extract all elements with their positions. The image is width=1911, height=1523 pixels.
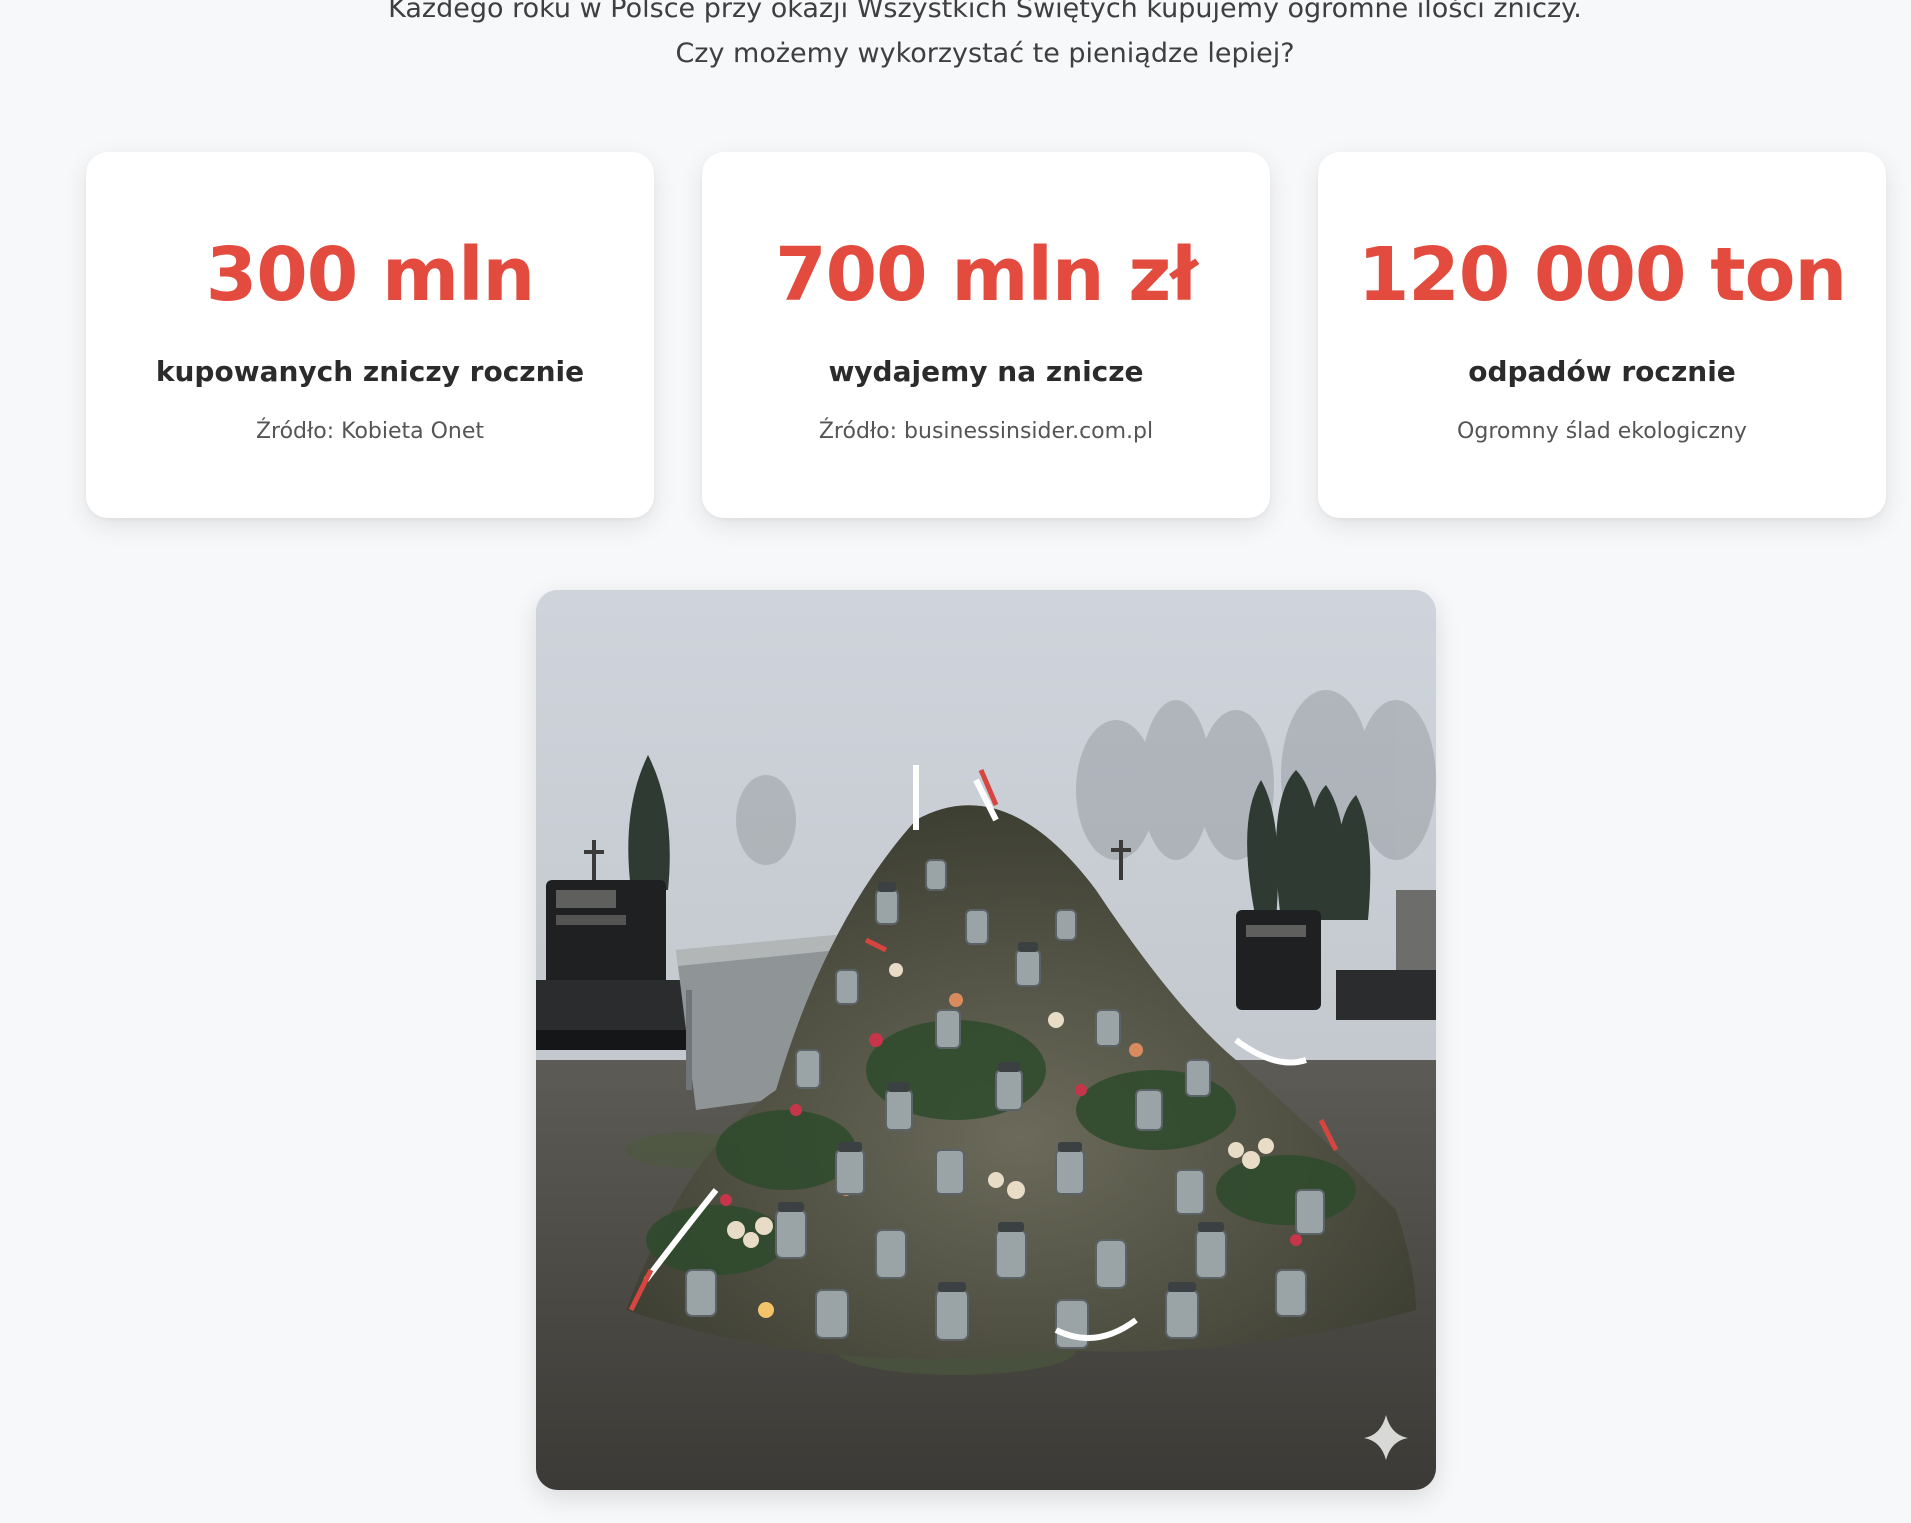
stat-label: kupowanych zniczy rocznie [155,355,585,388]
stat-source: Źródło: Kobieta Onet [255,419,485,444]
cemetery-waste-photo [536,590,1436,1490]
stat-label: wydajemy na znicze [828,355,1144,388]
stats-section: 300 mln kupowanych zniczy rocznie Źródło… [86,152,1886,518]
tombstones-left [536,880,686,1050]
stat-card-spending: 700 mln zł wydajemy na znicze Źródło: bu… [702,152,1270,518]
stat-source: Ogromny ślad ekologiczny [1457,419,1747,444]
stat-value: 300 mln [205,232,535,318]
stat-value: 120 000 ton [1357,232,1847,318]
cemetery-waste-illustration [536,590,1436,1490]
stat-source: Źródło: businessinsider.com.pl [818,419,1154,444]
stat-value: 700 mln zł [775,232,1198,318]
stat-label: odpadów rocznie [1468,355,1736,388]
stat-card-candles-count: 300 mln kupowanych zniczy rocznie Źródło… [86,152,654,518]
intro-text: Każdego roku w Polsce przy okazji Wszyst… [388,0,1582,69]
stat-card-waste: 120 000 ton odpadów rocznie Ogromny ślad… [1318,152,1886,518]
